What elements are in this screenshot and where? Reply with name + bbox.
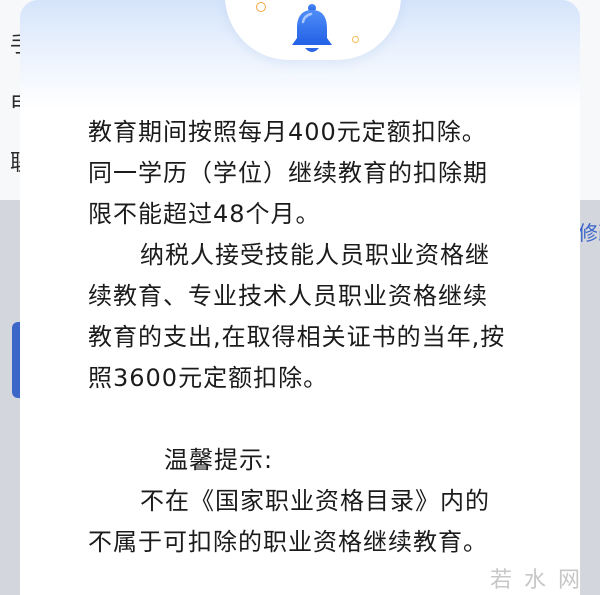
tip-title: 温馨提示: (164, 446, 274, 474)
dialog-content: 教育期间按照每月400元定额扣除。 同一学历（学位）继续教育的扣除期 限不能超过… (88, 112, 566, 563)
tip-line-1: 不在《国家职业资格目录》内的 (140, 487, 490, 515)
paragraph-1-line-1: 教育期间按照每月400元定额扣除。 (88, 118, 487, 146)
paragraph-2-line-3: 教育的支出,在取得相关证书的当年,按 (88, 323, 506, 351)
notice-dialog: 教育期间按照每月400元定额扣除。 同一学历（学位）继续教育的扣除期 限不能超过… (20, 0, 580, 595)
paragraph-2-line-4: 照3600元定额扣除。 (88, 364, 329, 392)
app-screen: 手机 电子 联系 修改 教育期间按照每月400元定额扣除。 同一学历（学位）继续… (0, 0, 600, 595)
paragraph-1-line-3: 限不能超过48个月。 (88, 200, 321, 228)
watermark: 若水网 (490, 568, 593, 593)
bell-icon (292, 4, 332, 52)
paragraph-2-line-1: 纳税人接受技能人员职业资格继 (140, 241, 490, 269)
decor-ring (352, 36, 359, 43)
decor-ring (256, 2, 266, 12)
tip-line-2: 不属于可扣除的职业资格继续教育。 (88, 528, 488, 556)
background-edit-link[interactable]: 修改 (578, 217, 600, 246)
paragraph-1-line-2: 同一学历（学位）继续教育的扣除期 (88, 159, 488, 187)
paragraph-2-line-2: 续教育、专业技术人员职业资格继续 (88, 282, 488, 310)
